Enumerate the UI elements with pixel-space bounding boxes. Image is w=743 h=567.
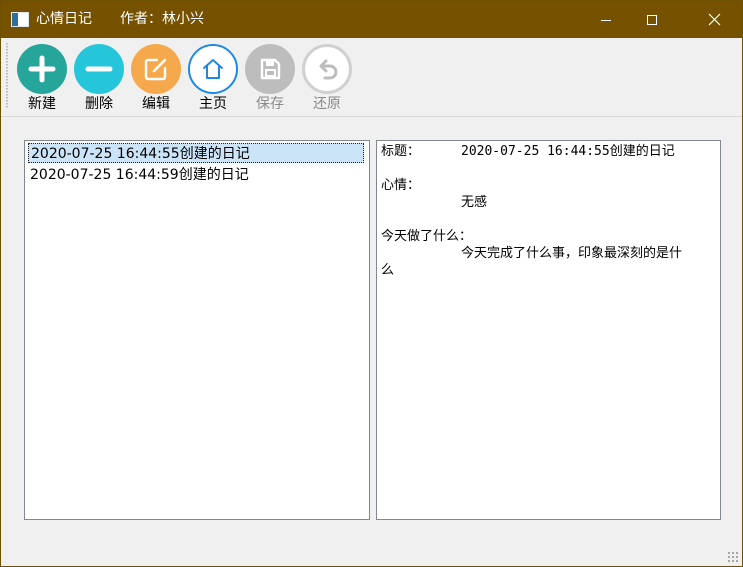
close-button[interactable]: [691, 1, 737, 38]
undo-icon: [302, 44, 352, 94]
edit-button-label: 编辑: [142, 96, 170, 112]
minus-icon: [74, 44, 124, 94]
app-icon: [11, 12, 29, 27]
app-window: 心情日记 作者：林小兴 新建 删除 编辑 主页 保存 还原 2020-07-25…: [0, 0, 743, 567]
minimize-icon: [601, 19, 611, 21]
mood-label: 心情：: [381, 178, 421, 193]
maximize-button[interactable]: [629, 1, 675, 38]
resize-grip[interactable]: [727, 551, 739, 563]
list-item[interactable]: 2020-07-25 16:44:55创建的日记: [28, 143, 364, 163]
home-icon: [188, 44, 238, 94]
new-button-label: 新建: [28, 96, 56, 112]
undo-button-label: 还原: [313, 96, 341, 112]
undo-button[interactable]: 还原: [299, 44, 355, 116]
save-button[interactable]: 保存: [242, 44, 298, 116]
new-button[interactable]: 新建: [14, 44, 70, 116]
plus-icon: [17, 44, 67, 94]
toolbar-grip[interactable]: [6, 43, 8, 109]
mood-value: 无感: [461, 195, 488, 210]
edit-icon: [131, 44, 181, 94]
diary-list[interactable]: 2020-07-25 16:44:55创建的日记 2020-07-25 16:4…: [24, 140, 370, 520]
toolbar: 新建 删除 编辑 主页 保存 还原: [1, 38, 742, 117]
home-button[interactable]: 主页: [185, 44, 241, 116]
save-button-label: 保存: [256, 96, 284, 112]
delete-button[interactable]: 删除: [71, 44, 127, 116]
title-label: 标题：: [381, 144, 421, 159]
delete-button-label: 删除: [85, 96, 113, 112]
today-label: 今天做了什么：: [381, 229, 473, 244]
close-icon: [708, 13, 720, 26]
author-text: 作者：林小兴: [120, 11, 204, 27]
today-value-line1: 今天完成了什么事，印象最深刻的是什: [461, 246, 683, 261]
minimize-button[interactable]: [583, 1, 629, 38]
window-title: 心情日记: [36, 11, 92, 27]
maximize-icon: [647, 14, 657, 25]
home-button-label: 主页: [199, 96, 227, 112]
edit-button[interactable]: 编辑: [128, 44, 184, 116]
list-item[interactable]: 2020-07-25 16:44:59创建的日记: [28, 165, 364, 185]
title-bar[interactable]: 心情日记 作者：林小兴: [1, 1, 742, 38]
today-value-line2: 么: [381, 263, 395, 278]
title-value: 2020-07-25 16:44:55创建的日记: [461, 144, 675, 159]
diary-detail[interactable]: 标题： 2020-07-25 16:44:55创建的日记 心情： 无感 今天做了…: [376, 140, 721, 520]
save-icon: [245, 44, 295, 94]
